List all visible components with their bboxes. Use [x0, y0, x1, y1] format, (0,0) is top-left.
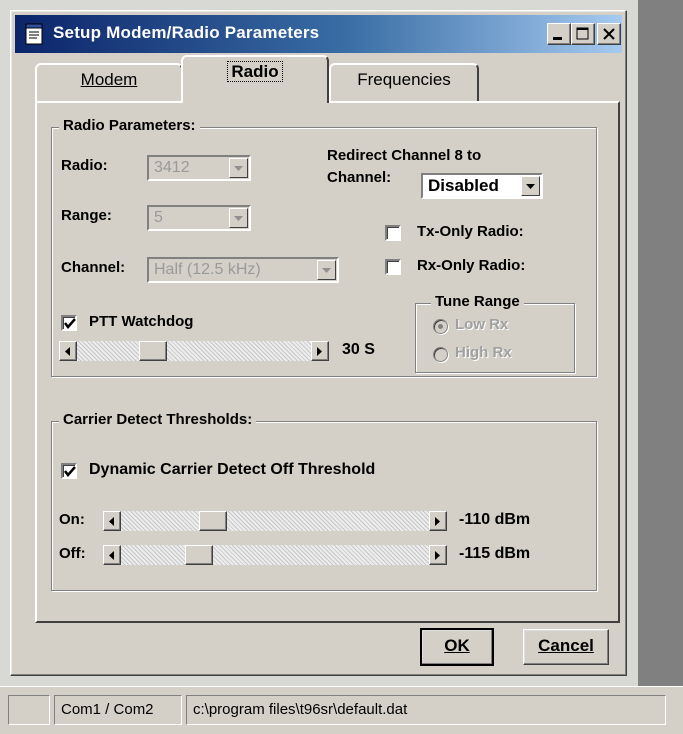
tab-radio[interactable]: Radio	[181, 55, 329, 103]
arrow-right-icon	[435, 517, 440, 526]
low-rx-label: Low Rx	[455, 316, 509, 333]
slider-left-button[interactable]	[103, 511, 121, 531]
ok-button[interactable]: OK	[420, 628, 494, 666]
tab-modem[interactable]: Modem	[35, 63, 183, 101]
range-select[interactable]: 5	[147, 205, 251, 231]
ptt-watchdog-value: 30 S	[342, 341, 375, 358]
desktop-background	[638, 0, 683, 686]
redirect-channel-value: Disabled	[428, 176, 499, 195]
slider-left-button[interactable]	[103, 545, 121, 565]
redirect-label-line1: Redirect Channel 8 to	[327, 147, 482, 164]
title-bar[interactable]: Setup Modem/Radio Parameters	[15, 15, 622, 53]
status-bar: Com1 / Com2 c:\program files\t96sr\defau…	[0, 686, 683, 734]
on-threshold-slider[interactable]	[103, 511, 447, 531]
range-select-value: 5	[154, 209, 163, 226]
arrow-right-icon	[317, 347, 322, 356]
range-label: Range:	[61, 207, 112, 224]
channel-select[interactable]: Half (12.5 kHz)	[147, 257, 339, 283]
low-rx-radio[interactable]	[433, 319, 448, 334]
tab-frequencies-label: Frequencies	[357, 70, 451, 89]
high-rx-label: High Rx	[455, 344, 512, 361]
tab-modem-label: Modem	[80, 70, 138, 89]
slider-thumb[interactable]	[139, 341, 167, 361]
slider-thumb[interactable]	[199, 511, 227, 531]
channel-label: Channel:	[61, 259, 126, 276]
close-button[interactable]	[597, 23, 621, 45]
radio-dropdown-button[interactable]	[229, 158, 248, 178]
ptt-watchdog-slider[interactable]	[59, 341, 329, 361]
carrier-detect-title: Carrier Detect Thresholds:	[59, 411, 257, 428]
chevron-down-icon	[322, 268, 331, 273]
tab-frequencies[interactable]: Frequencies	[329, 63, 479, 101]
on-threshold-value: -110 dBm	[459, 511, 531, 528]
tune-range-title: Tune Range	[431, 293, 524, 310]
redirect-dropdown-button[interactable]	[521, 176, 540, 196]
tab-radio-label: Radio	[227, 61, 283, 82]
ptt-watchdog-checkbox[interactable]	[61, 315, 77, 331]
checkmark-icon	[64, 318, 76, 329]
dynamic-carrier-label: Dynamic Carrier Detect Off Threshold	[89, 461, 376, 478]
redirect-channel-select[interactable]: Disabled	[421, 173, 543, 199]
dynamic-carrier-checkbox[interactable]	[61, 463, 77, 479]
status-pane-file: c:\program files\t96sr\default.dat	[186, 695, 666, 725]
ptt-watchdog-label: PTT Watchdog	[89, 313, 194, 330]
range-dropdown-button[interactable]	[229, 208, 248, 228]
tx-only-label: Tx-Only Radio:	[417, 223, 524, 240]
on-threshold-label: On:	[59, 511, 85, 528]
setup-dialog-window: Setup Modem/Radio Parameters Modem Radio…	[10, 10, 627, 676]
carrier-detect-group	[51, 421, 597, 591]
off-threshold-label: Off:	[59, 545, 86, 562]
redirect-label-line2: Channel:	[327, 169, 392, 186]
notepad-icon	[25, 23, 43, 45]
radio-label: Radio:	[61, 157, 108, 174]
arrow-left-icon	[109, 551, 114, 560]
tx-only-checkbox[interactable]	[385, 225, 401, 241]
status-pane-blank	[8, 695, 50, 725]
radio-parameters-title: Radio Parameters:	[59, 117, 200, 134]
high-rx-radio[interactable]	[433, 347, 448, 362]
slider-right-button[interactable]	[311, 341, 329, 361]
slider-right-button[interactable]	[429, 545, 447, 565]
radio-tab-panel: Radio Parameters: Radio: 3412 Range: 5 C…	[35, 101, 620, 623]
chevron-down-icon	[234, 166, 243, 171]
off-threshold-value: -115 dBm	[459, 545, 531, 562]
slider-right-button[interactable]	[429, 511, 447, 531]
rx-only-checkbox[interactable]	[385, 259, 401, 275]
status-pane-ports: Com1 / Com2	[54, 695, 182, 725]
rx-only-label: Rx-Only Radio:	[417, 257, 526, 274]
arrow-left-icon	[109, 517, 114, 526]
maximize-button[interactable]	[571, 23, 595, 45]
slider-left-button[interactable]	[59, 341, 77, 361]
window-title: Setup Modem/Radio Parameters	[53, 23, 320, 42]
arrow-right-icon	[435, 551, 440, 560]
cancel-button[interactable]: Cancel	[523, 629, 609, 665]
minimize-button[interactable]	[547, 23, 571, 45]
slider-thumb[interactable]	[185, 545, 213, 565]
cancel-button-label: Cancel	[538, 636, 594, 655]
arrow-left-icon	[65, 347, 70, 356]
tune-range-group	[415, 303, 575, 373]
off-threshold-slider[interactable]	[103, 545, 447, 565]
minimize-icon	[553, 37, 562, 40]
chevron-down-icon	[234, 216, 243, 221]
close-icon	[603, 28, 615, 40]
channel-select-value: Half (12.5 kHz)	[154, 261, 261, 278]
radio-select[interactable]: 3412	[147, 155, 251, 181]
chevron-down-icon	[526, 184, 535, 189]
maximize-icon	[576, 27, 589, 40]
channel-dropdown-button[interactable]	[317, 260, 336, 280]
radio-select-value: 3412	[154, 159, 190, 176]
ok-button-label: OK	[444, 636, 470, 655]
checkmark-icon	[64, 466, 76, 477]
